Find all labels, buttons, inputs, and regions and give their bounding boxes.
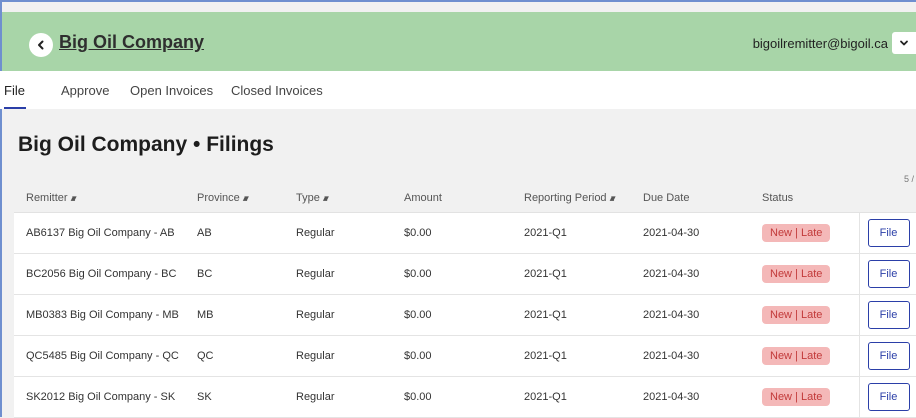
back-button[interactable] (29, 33, 53, 57)
table-row: MB0383 Big Oil Company - MB MB Regular $… (14, 294, 916, 336)
cell-province: MB (185, 294, 284, 336)
sort-icon: ▴▾ (70, 193, 77, 203)
cell-action: File (858, 294, 916, 336)
cell-due-date: 2021-04-30 (631, 253, 750, 295)
cell-status: New | Late (750, 294, 859, 336)
cell-due-date: 2021-04-30 (631, 335, 750, 377)
column-header-remitter[interactable]: Remitter ▴▾ (14, 184, 185, 213)
file-button[interactable]: File (867, 219, 910, 247)
sort-icon: ▴▾ (242, 193, 249, 203)
status-badge: New | Late (762, 347, 831, 365)
cell-status: New | Late (750, 212, 859, 254)
sort-icon: ▴▾ (322, 193, 329, 203)
pagination-count: 5 / (903, 174, 914, 184)
column-header-status: Status (750, 184, 859, 213)
tab-closed-invoices[interactable]: Closed Invoices (231, 83, 323, 98)
tab-file[interactable]: File (4, 83, 25, 98)
tab-bar: File Approve Open Invoices Closed Invoic… (0, 71, 916, 109)
chevron-left-icon (38, 40, 44, 50)
column-header-due-date: Due Date (631, 184, 750, 213)
table-row: SK2012 Big Oil Company - SK SK Regular $… (14, 376, 916, 418)
column-header-type[interactable]: Type ▴▾ (284, 184, 392, 213)
user-menu[interactable]: bigoilremitter@bigoil.ca (753, 32, 916, 54)
cell-amount: $0.00 (392, 253, 512, 295)
cell-remitter: BC2056 Big Oil Company - BC (14, 253, 185, 295)
tab-open-invoices[interactable]: Open Invoices (130, 83, 213, 98)
file-button[interactable]: File (867, 301, 910, 329)
file-button[interactable]: File (867, 342, 910, 370)
column-label: Type (296, 192, 320, 204)
cell-action: File (858, 253, 916, 295)
table-header-row: Remitter ▴▾ Province ▴▾ Type ▴▾ Amount Repo… (14, 184, 916, 213)
cell-remitter: SK2012 Big Oil Company - SK (14, 376, 185, 418)
table-row: AB6137 Big Oil Company - AB AB Regular $… (14, 212, 916, 254)
cell-due-date: 2021-04-30 (631, 376, 750, 418)
cell-type: Regular (284, 253, 392, 295)
cell-amount: $0.00 (392, 294, 512, 336)
cell-status: New | Late (750, 376, 859, 418)
column-header-actions (859, 184, 916, 213)
cell-action: File (858, 376, 916, 418)
window-border-top (0, 0, 916, 2)
app-header: Big Oil Company bigoilremitter@bigoil.ca (2, 12, 916, 71)
chevron-down-icon (900, 40, 908, 46)
cell-due-date: 2021-04-30 (631, 294, 750, 336)
file-button[interactable]: File (867, 260, 910, 288)
column-header-reporting-period[interactable]: Reporting Period ▴▾ (512, 184, 631, 213)
cell-type: Regular (284, 294, 392, 336)
active-tab-indicator (4, 107, 26, 109)
cell-amount: $0.00 (392, 212, 512, 254)
cell-status: New | Late (750, 335, 859, 377)
file-button[interactable]: File (867, 383, 910, 411)
cell-action: File (858, 335, 916, 377)
status-badge: New | Late (762, 306, 831, 324)
cell-reporting-period: 2021-Q1 (512, 376, 631, 418)
cell-province: AB (185, 212, 284, 254)
column-label: Province (197, 192, 240, 204)
status-badge: New | Late (762, 265, 831, 283)
cell-reporting-period: 2021-Q1 (512, 335, 631, 377)
cell-province: QC (185, 335, 284, 377)
cell-remitter: AB6137 Big Oil Company - AB (14, 212, 185, 254)
cell-type: Regular (284, 212, 392, 254)
cell-province: BC (185, 253, 284, 295)
cell-reporting-period: 2021-Q1 (512, 212, 631, 254)
cell-province: SK (185, 376, 284, 418)
user-email: bigoilremitter@bigoil.ca (752, 35, 888, 51)
column-label: Status (762, 192, 794, 204)
column-label: Amount (404, 192, 442, 204)
cell-remitter: QC5485 Big Oil Company - QC (14, 335, 185, 377)
cell-reporting-period: 2021-Q1 (512, 294, 631, 336)
column-label: Reporting Period (524, 192, 607, 204)
column-header-province[interactable]: Province ▴▾ (185, 184, 284, 213)
table-row: BC2056 Big Oil Company - BC BC Regular $… (14, 253, 916, 295)
tab-approve[interactable]: Approve (61, 83, 109, 98)
cell-reporting-period: 2021-Q1 (512, 253, 631, 295)
cell-amount: $0.00 (392, 376, 512, 418)
column-header-amount: Amount (392, 184, 512, 213)
company-link[interactable]: Big Oil Company (59, 32, 204, 53)
page-title: Big Oil Company • Filings (18, 133, 274, 156)
cell-amount: $0.00 (392, 335, 512, 377)
cell-status: New | Late (750, 253, 859, 295)
cell-due-date: 2021-04-30 (631, 212, 750, 254)
filings-table: Remitter ▴▾ Province ▴▾ Type ▴▾ Amount Repo… (14, 184, 916, 418)
cell-type: Regular (284, 376, 392, 418)
user-dropdown-button[interactable] (892, 32, 916, 54)
status-badge: New | Late (762, 388, 831, 406)
cell-action: File (858, 212, 916, 254)
table-row: QC5485 Big Oil Company - QC QC Regular $… (14, 335, 916, 377)
cell-remitter: MB0383 Big Oil Company - MB (14, 294, 185, 336)
cell-type: Regular (284, 335, 392, 377)
column-label: Remitter (26, 192, 68, 204)
status-badge: New | Late (762, 224, 831, 242)
column-label: Due Date (643, 192, 690, 204)
sort-icon: ▴▾ (609, 193, 616, 203)
